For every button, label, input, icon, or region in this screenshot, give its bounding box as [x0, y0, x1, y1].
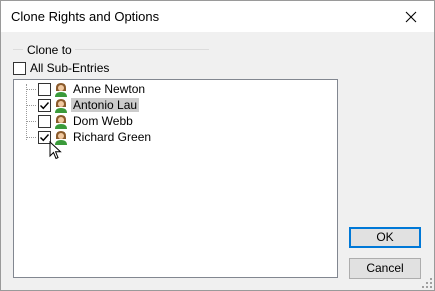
cancel-button[interactable]: Cancel [349, 258, 421, 279]
all-sub-entries-checkbox[interactable] [13, 62, 26, 75]
tree-item-checkbox[interactable] [38, 115, 51, 128]
tree-connector [26, 137, 36, 138]
tree-item-label: Dom Webb [73, 114, 133, 128]
tree-item[interactable]: Anne Newton [14, 81, 314, 97]
tree-item[interactable]: Dom Webb [14, 113, 314, 129]
tree-item-label: Anne Newton [73, 82, 146, 96]
tree-connector [26, 121, 36, 122]
close-icon [405, 11, 417, 22]
tree-connector [26, 89, 36, 90]
tree-connector [26, 105, 36, 106]
group-divider [75, 49, 209, 50]
group-divider-left [13, 49, 23, 50]
checkmark-icon [40, 102, 50, 110]
group-label: Clone to [27, 43, 72, 57]
mouse-cursor-icon [49, 141, 62, 160]
close-button[interactable] [388, 1, 434, 32]
tree-item[interactable]: Antonio Lau [14, 97, 314, 113]
tree-item-label: Antonio Lau [71, 98, 140, 112]
resize-grip-icon[interactable] [422, 278, 432, 288]
window-title: Clone Rights and Options [11, 9, 160, 24]
tree-item-checkbox[interactable] [38, 83, 51, 96]
user-icon [55, 99, 67, 113]
tree-item-label: Richard Green [73, 130, 152, 144]
clone-target-tree[interactable]: Anne Newton Antonio Lau Dom Webb Richard… [13, 79, 338, 278]
title-bar[interactable]: Clone Rights and Options [1, 1, 434, 32]
all-sub-entries-label: All Sub-Entries [30, 61, 110, 75]
clone-rights-dialog: Clone Rights and Options Clone to All Su… [0, 0, 435, 291]
tree-item-checkbox[interactable] [38, 99, 51, 112]
ok-button[interactable]: OK [349, 227, 421, 248]
user-icon [55, 115, 67, 129]
user-icon [55, 83, 67, 97]
